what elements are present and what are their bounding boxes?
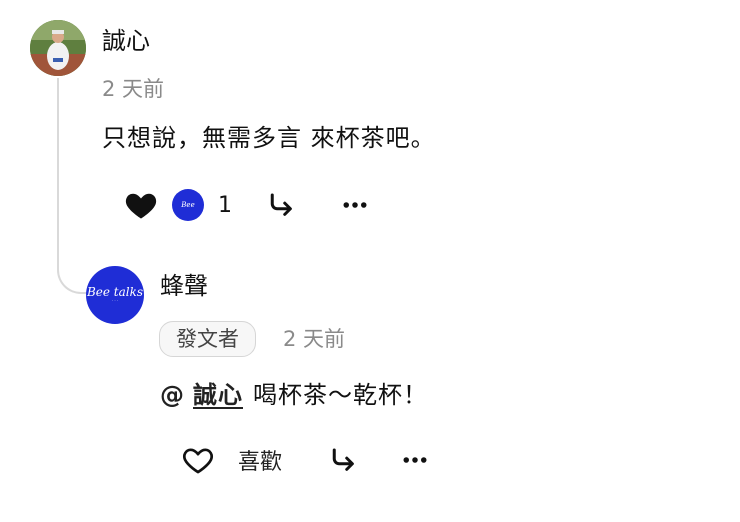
avatar-logo-subtext: · · · [111, 298, 119, 303]
like-button-label[interactable]: 喜歡 [238, 444, 308, 476]
comment-author-name[interactable]: 誠心 [102, 26, 150, 56]
thread-connector-line [57, 78, 89, 294]
heart-filled-icon[interactable] [122, 186, 160, 224]
author-badge: 發文者 [159, 321, 256, 357]
comment-timestamp: 2 天前 [102, 77, 165, 101]
reply-timestamp: 2 天前 [283, 327, 346, 351]
reply-arrow-icon[interactable] [264, 188, 298, 222]
reply-author-name[interactable]: 蜂聲 [160, 271, 208, 301]
reply-author-avatar[interactable]: Bee talks · · · [86, 266, 144, 324]
reply-arrow-icon[interactable] [326, 443, 360, 477]
more-dots-icon[interactable] [338, 188, 372, 222]
more-dots-icon[interactable] [398, 443, 432, 477]
avatar-logo-mark: Bee talks [86, 285, 144, 299]
comment-actions: Bee 1 [122, 186, 372, 224]
reply-actions: 喜歡 [180, 440, 432, 480]
reactor-avatar[interactable]: Bee [172, 189, 204, 221]
reply-text-line: @ 誠心 喝杯茶～乾杯！ [160, 379, 428, 411]
reply-text: 喝杯茶～乾杯！ [253, 381, 428, 409]
mention-at-sign: @ [160, 381, 185, 409]
heart-outline-icon[interactable] [180, 442, 216, 478]
commenter-avatar-photo [30, 20, 86, 76]
like-count: 1 [218, 192, 232, 218]
commenter-avatar[interactable] [30, 20, 86, 76]
mention-link[interactable]: 誠心 [193, 379, 243, 411]
comment-text: 只想說，無需多言 來杯茶吧。 [102, 124, 436, 152]
